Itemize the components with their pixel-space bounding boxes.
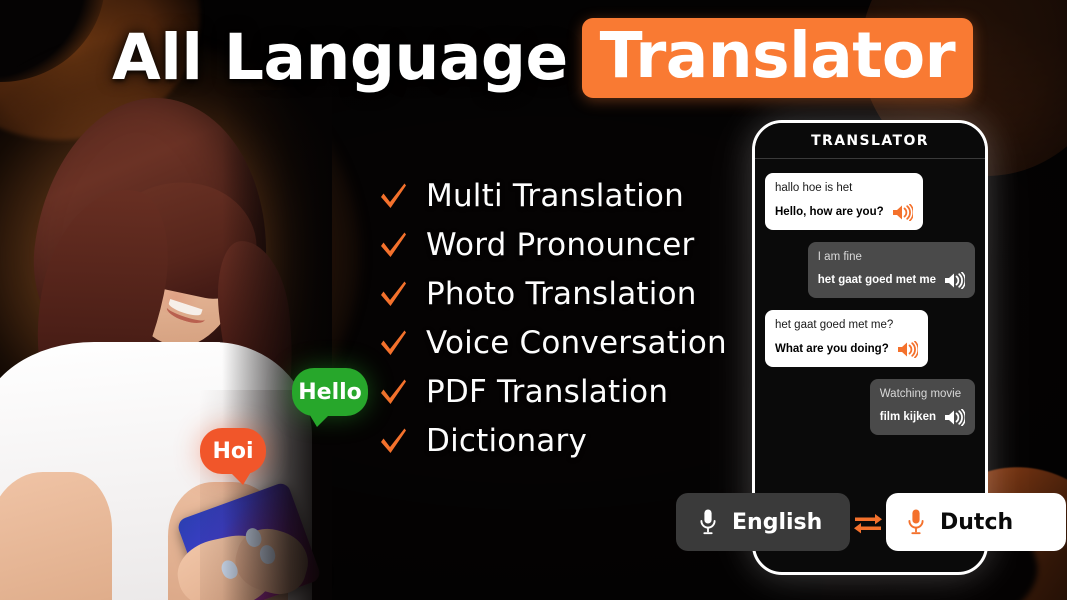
feature-item-photo-translation: Photo Translation (378, 276, 727, 312)
phone-app-title: TRANSLATOR (811, 132, 929, 149)
check-icon (378, 326, 408, 360)
feature-label: Photo Translation (426, 276, 697, 312)
target-language-button[interactable]: Dutch (886, 493, 1066, 551)
check-icon (378, 228, 408, 262)
chat-message[interactable]: het gaat goed met me? What are you doing… (765, 310, 928, 367)
speaker-icon[interactable] (944, 271, 967, 290)
feature-label: PDF Translation (426, 374, 669, 410)
chat-translation-row: Hello, how are you? (775, 203, 914, 221)
swap-languages-button[interactable] (850, 510, 886, 534)
feature-label: Multi Translation (426, 178, 684, 214)
speech-bubble-hoi-label: Hoi (212, 438, 254, 464)
speaker-icon[interactable] (897, 340, 919, 358)
page-title: All Language Translator (112, 18, 974, 98)
chat-source-text: hallo hoe is het (775, 182, 853, 194)
feature-label: Dictionary (426, 423, 587, 459)
headline-main-text: All Language (112, 20, 568, 94)
microphone-icon (698, 508, 718, 536)
headline-badge-text: Translator (581, 18, 974, 98)
portrait-edge-fade (222, 90, 332, 600)
microphone-icon (906, 508, 926, 536)
chat-source-text: het gaat goed met me? (775, 319, 894, 332)
chat-translation-row: film kijken (879, 408, 967, 427)
speech-bubble-hoi: Hoi (200, 428, 266, 485)
phone-app-header: TRANSLATOR (755, 123, 985, 159)
target-language-label: Dutch (940, 509, 1014, 535)
chat-message-list: hallo hoe is het Hello, how are you? I a… (755, 159, 985, 445)
swap-arrows-icon (853, 510, 883, 534)
feature-item-multi-translation: Multi Translation (378, 178, 727, 214)
speech-bubble-hello-label: Hello (298, 379, 362, 405)
chat-translation-text: Hello, how are you? (775, 205, 884, 218)
language-selector-bar: English Dutch (676, 493, 1066, 551)
woman-portrait-image (0, 84, 332, 600)
feature-label: Word Pronouncer (426, 227, 695, 263)
chat-translation-text: film kijken (879, 411, 936, 424)
chat-source-text: I am fine (817, 250, 862, 263)
check-icon (378, 424, 408, 458)
chat-translation-row: het gaat goed met me (817, 271, 967, 290)
chat-source-text: Watching movie (879, 387, 962, 400)
left-arm (0, 472, 112, 600)
feature-item-dictionary: Dictionary (378, 423, 727, 459)
check-icon (378, 375, 408, 409)
chat-message[interactable]: I am fine het gaat goed met me (807, 241, 975, 299)
speaker-icon[interactable] (944, 408, 967, 427)
chat-message[interactable]: hallo hoe is het Hello, how are you? (765, 173, 923, 230)
feature-label: Voice Conversation (426, 325, 727, 361)
speaker-icon[interactable] (892, 203, 914, 221)
chat-translation-text: What are you doing? (775, 342, 889, 355)
feature-list: Multi Translation Word Pronouncer Photo … (378, 178, 727, 459)
chat-message[interactable]: Watching movie film kijken (869, 378, 975, 436)
check-icon (378, 277, 408, 311)
source-language-label: English (732, 509, 823, 535)
feature-item-word-pronouncer: Word Pronouncer (378, 227, 727, 263)
feature-item-voice-conversation: Voice Conversation (378, 325, 727, 361)
feature-item-pdf-translation: PDF Translation (378, 374, 727, 410)
top-left-dark-circle (0, 0, 105, 82)
source-language-button[interactable]: English (676, 493, 850, 551)
speech-bubble-hello: Hello (292, 368, 368, 427)
check-icon (378, 179, 408, 213)
chat-translation-row: What are you doing? (775, 340, 919, 358)
promo-banner: All Language Translator Hello Hoi Multi … (0, 0, 1067, 600)
chat-translation-text: het gaat goed met me (817, 274, 936, 287)
